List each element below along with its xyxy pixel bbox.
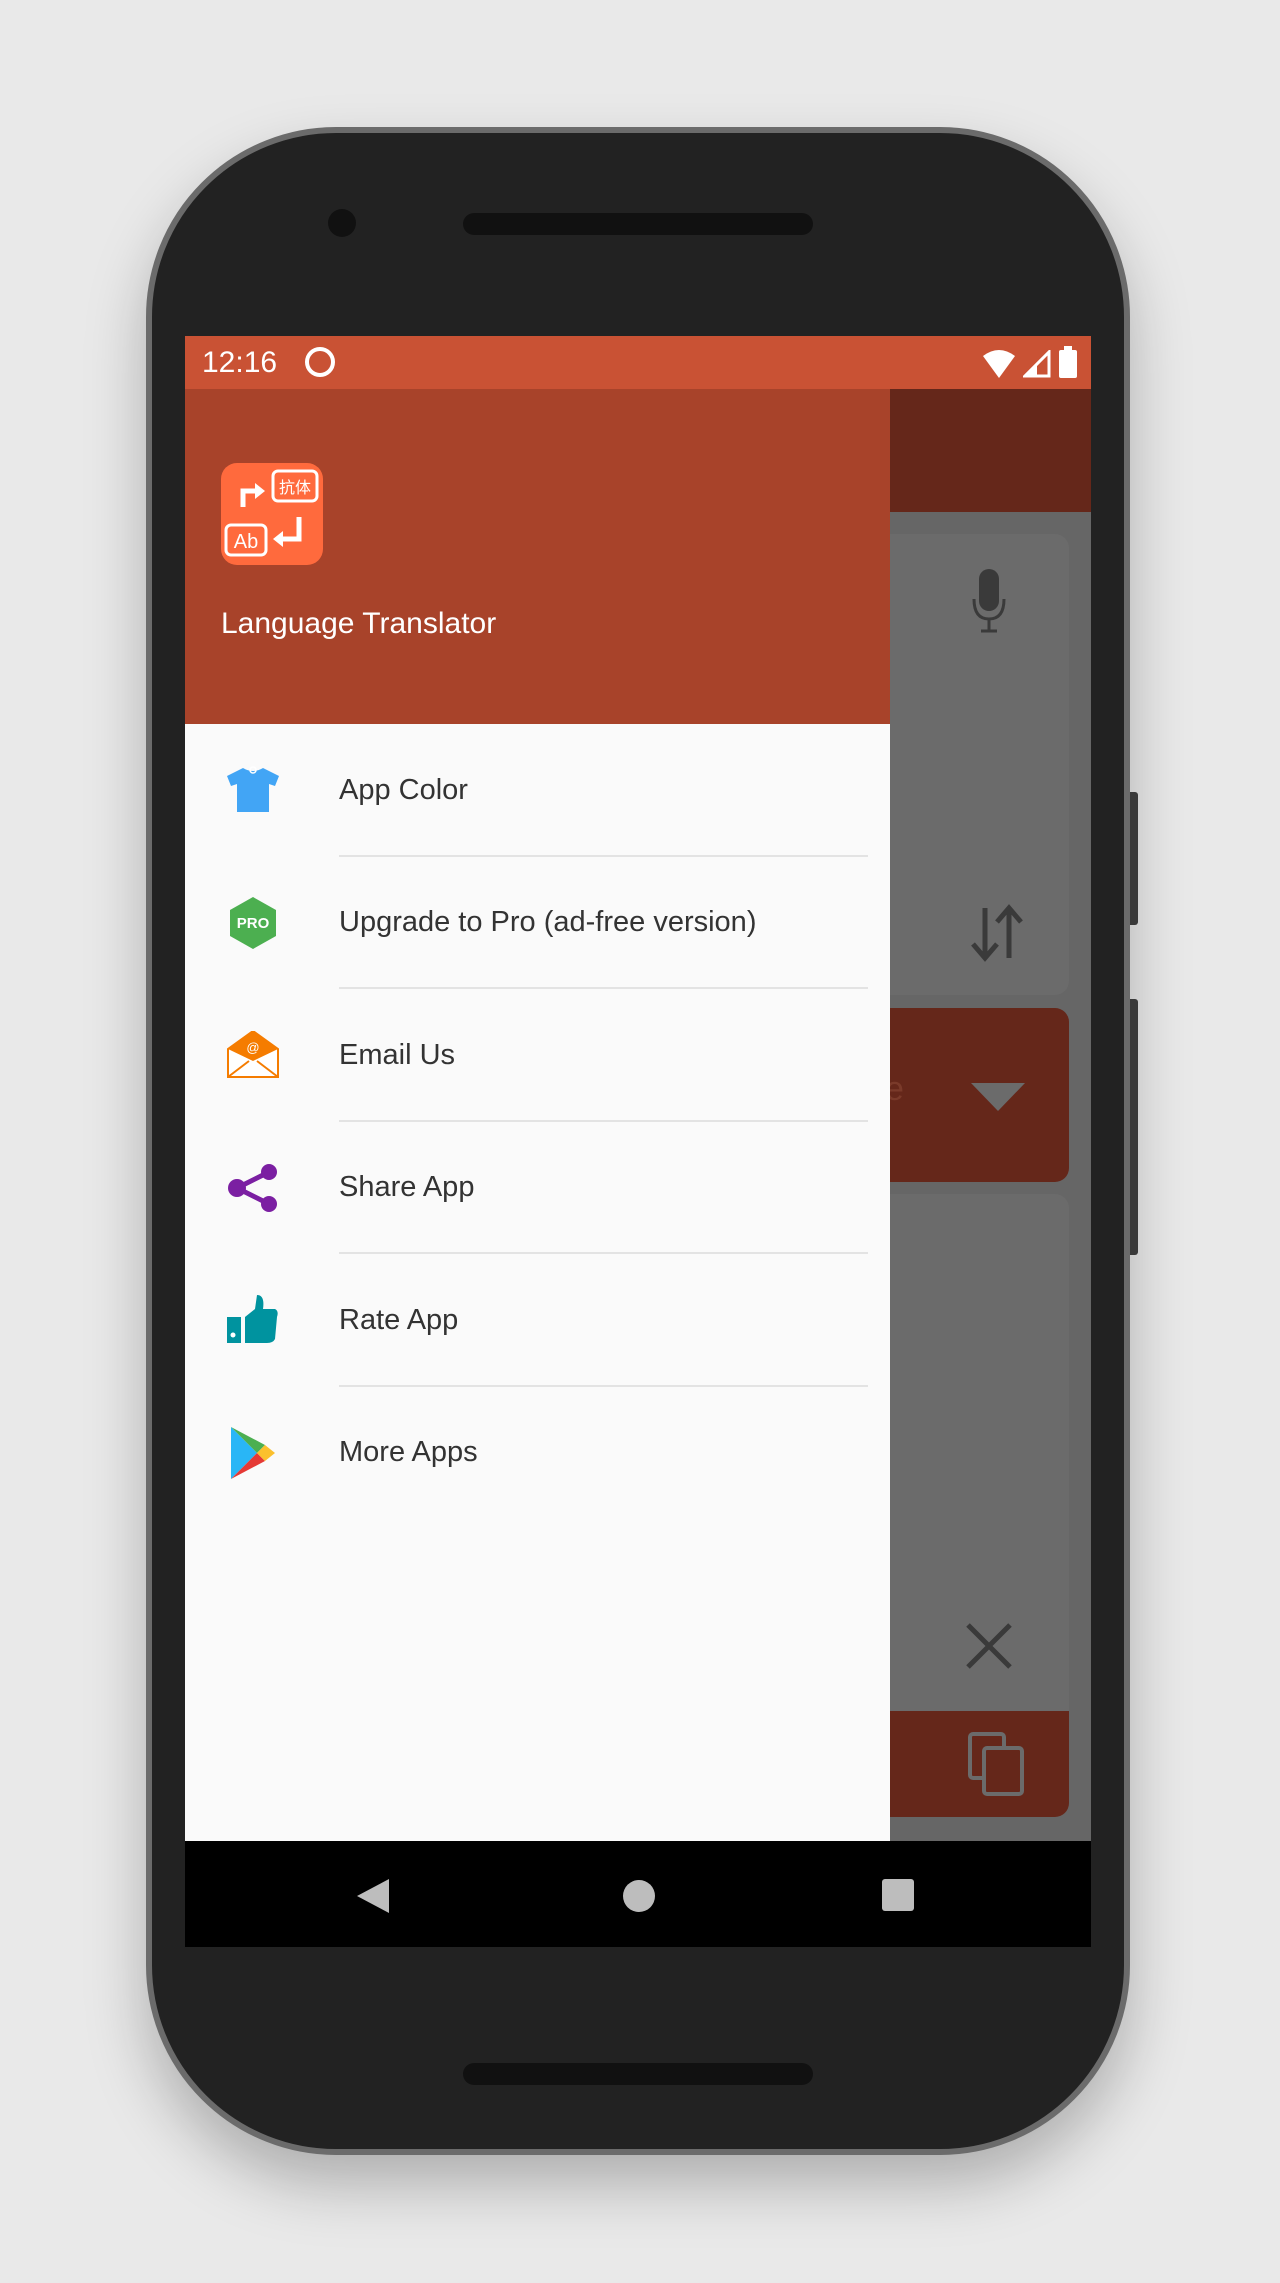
tshirt-icon: [225, 762, 281, 818]
copy-icon[interactable]: [967, 1731, 1027, 1797]
power-button: [1130, 999, 1138, 1255]
svg-text:@: @: [246, 1040, 259, 1055]
swap-languages-icon[interactable]: [969, 904, 1025, 962]
app-toolbar: [890, 389, 1091, 512]
menu-item-upgrade-pro[interactable]: PRO Upgrade to Pro (ad-free version): [185, 857, 890, 989]
recents-button[interactable]: [882, 1879, 914, 1911]
translation-actions-bar: [875, 1711, 1069, 1817]
signal-icon: [1023, 350, 1051, 378]
menu-item-rate-app[interactable]: Rate App: [185, 1254, 890, 1387]
earpiece: [463, 213, 813, 235]
status-time: 12:16: [202, 346, 278, 379]
drawer-header: 抗体 Ab Language Translator: [185, 389, 890, 724]
play-store-icon: [225, 1425, 281, 1481]
language-dropdown[interactable]: e: [875, 1008, 1069, 1182]
data-saver-icon: [305, 347, 335, 377]
menu-item-label: Rate App: [339, 1303, 459, 1336]
thumbs-up-icon: [225, 1292, 281, 1348]
menu-item-more-apps[interactable]: More Apps: [185, 1387, 890, 1520]
menu-item-label: More Apps: [339, 1436, 478, 1469]
logo-text-cn: 抗体: [279, 479, 311, 497]
back-button[interactable]: [357, 1879, 389, 1913]
menu-item-label: Email Us: [339, 1038, 456, 1071]
menu-item-label: Upgrade to Pro (ad-free version): [339, 906, 757, 939]
menu-item-app-color[interactable]: App Color: [185, 724, 890, 857]
menu-item-label: Share App: [339, 1171, 475, 1204]
source-text-card: [875, 534, 1069, 995]
menu-item-label: App Color: [339, 773, 468, 806]
share-icon: [225, 1160, 281, 1216]
battery-icon: [1059, 346, 1077, 378]
microphone-icon[interactable]: [971, 569, 1007, 635]
logo-text-en: Ab: [234, 531, 258, 553]
pro-badge-icon: PRO: [225, 895, 281, 951]
email-icon: @: [225, 1027, 281, 1083]
clear-icon[interactable]: [965, 1622, 1013, 1670]
front-camera: [328, 209, 356, 237]
navigation-drawer: 抗体 Ab Language Translator App Color PRO …: [185, 389, 890, 1841]
status-bar: 12:16: [185, 336, 1091, 389]
app-logo: 抗体 Ab: [221, 463, 323, 565]
screen: e 12:16 抗体 Ab Language Translator App Co…: [185, 336, 1091, 1947]
menu-item-email-us[interactable]: @ Email Us: [185, 989, 890, 1122]
wifi-icon: [983, 350, 1015, 378]
home-button[interactable]: [622, 1879, 656, 1913]
menu-item-share-app[interactable]: Share App: [185, 1122, 890, 1254]
dropdown-arrow-icon: [971, 1083, 1025, 1111]
drawer-app-name: Language Translator: [221, 607, 497, 640]
svg-text:PRO: PRO: [237, 915, 270, 932]
bottom-speaker: [463, 2063, 813, 2085]
translation-card: [875, 1194, 1069, 1714]
volume-button: [1130, 792, 1138, 925]
system-nav-bar: [185, 1841, 1091, 1947]
drawer-menu: App Color PRO Upgrade to Pro (ad-free ve…: [185, 724, 890, 1519]
